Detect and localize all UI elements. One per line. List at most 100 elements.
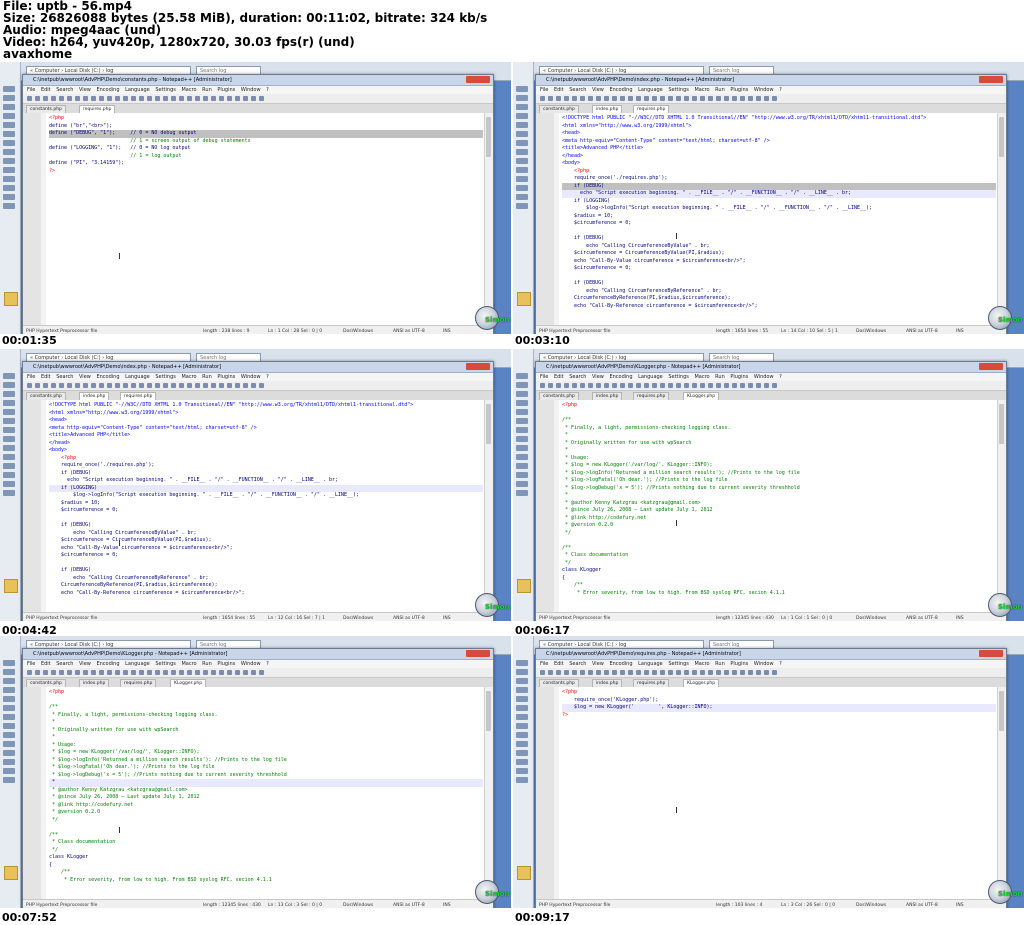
toolbar-icon[interactable] bbox=[187, 96, 192, 101]
nav-item[interactable] bbox=[516, 418, 528, 424]
toolbar-icon[interactable] bbox=[163, 670, 168, 675]
toolbar-icon[interactable] bbox=[59, 383, 64, 388]
nav-item[interactable] bbox=[3, 490, 15, 496]
nav-item[interactable] bbox=[3, 418, 15, 424]
toolbar-icon[interactable] bbox=[115, 383, 120, 388]
nav-item[interactable] bbox=[3, 86, 15, 92]
toolbar-icon[interactable] bbox=[748, 96, 753, 101]
toolbar-icon[interactable] bbox=[227, 383, 232, 388]
toolbar-icon[interactable] bbox=[51, 670, 56, 675]
toolbar-icon[interactable] bbox=[139, 96, 144, 101]
toolbar-icon[interactable] bbox=[772, 383, 777, 388]
toolbar-icon[interactable] bbox=[652, 96, 657, 101]
nav-item[interactable] bbox=[516, 445, 528, 451]
toolbar-icon[interactable] bbox=[27, 670, 32, 675]
window-controls[interactable] bbox=[466, 363, 490, 370]
toolbar-icon[interactable] bbox=[740, 383, 745, 388]
toolbar-icon[interactable] bbox=[219, 383, 224, 388]
nav-item[interactable] bbox=[516, 95, 528, 101]
toolbar-icon[interactable] bbox=[692, 670, 697, 675]
toolbar-icon[interactable] bbox=[163, 383, 168, 388]
toolbar-icon[interactable] bbox=[764, 96, 769, 101]
toolbar-icon[interactable] bbox=[668, 383, 673, 388]
nav-item[interactable] bbox=[3, 427, 15, 433]
toolbar-icon[interactable] bbox=[75, 670, 80, 675]
toolbar-icon[interactable] bbox=[187, 383, 192, 388]
toolbar-icon[interactable] bbox=[67, 96, 72, 101]
toolbar-icon[interactable] bbox=[99, 96, 104, 101]
toolbar-icon[interactable] bbox=[628, 670, 633, 675]
code-editor[interactable]: <!DOCTYPE html PUBLIC "-//W3C//DTD XHTML… bbox=[23, 400, 485, 612]
toolbar-icon[interactable] bbox=[35, 383, 40, 388]
toolbar-icon[interactable] bbox=[107, 96, 112, 101]
toolbar-icon[interactable] bbox=[235, 96, 240, 101]
toolbar-icon[interactable] bbox=[179, 670, 184, 675]
toolbar-icon[interactable] bbox=[43, 383, 48, 388]
nav-item[interactable] bbox=[3, 382, 15, 388]
toolbar-icon[interactable] bbox=[724, 670, 729, 675]
toolbar-icon[interactable] bbox=[43, 670, 48, 675]
toolbar-icon[interactable] bbox=[740, 670, 745, 675]
toolbar-icon[interactable] bbox=[123, 670, 128, 675]
toolbar-icon[interactable] bbox=[243, 96, 248, 101]
toolbar-icon[interactable] bbox=[131, 383, 136, 388]
toolbar-icon[interactable] bbox=[235, 670, 240, 675]
toolbar-icon[interactable] bbox=[692, 96, 697, 101]
toolbar-icon[interactable] bbox=[564, 670, 569, 675]
nav-item[interactable] bbox=[516, 373, 528, 379]
toolbar-icon[interactable] bbox=[131, 670, 136, 675]
toolbar-icon[interactable] bbox=[83, 670, 88, 675]
toolbar-icon[interactable] bbox=[556, 670, 561, 675]
nav-item[interactable] bbox=[3, 194, 15, 200]
code-editor[interactable]: <?php require_once('KLogger.php'); $log … bbox=[536, 687, 998, 899]
toolbar-icon[interactable] bbox=[708, 383, 713, 388]
nav-item[interactable] bbox=[3, 104, 15, 110]
toolbar-icon[interactable] bbox=[131, 96, 136, 101]
window-controls[interactable] bbox=[466, 650, 490, 657]
toolbar-icon[interactable] bbox=[163, 96, 168, 101]
toolbar-icon[interactable] bbox=[644, 383, 649, 388]
toolbar-icon[interactable] bbox=[171, 96, 176, 101]
nav-item[interactable] bbox=[516, 678, 528, 684]
toolbar-icon[interactable] bbox=[580, 670, 585, 675]
nav-item[interactable] bbox=[516, 122, 528, 128]
nav-item[interactable] bbox=[516, 481, 528, 487]
nav-item[interactable] bbox=[516, 436, 528, 442]
toolbar-icon[interactable] bbox=[628, 383, 633, 388]
nav-item[interactable] bbox=[516, 696, 528, 702]
nav-item[interactable] bbox=[3, 176, 15, 182]
nav-item[interactable] bbox=[3, 669, 15, 675]
toolbar-icon[interactable] bbox=[147, 670, 152, 675]
toolbar-icon[interactable] bbox=[540, 383, 545, 388]
nav-item[interactable] bbox=[516, 463, 528, 469]
toolbar-icon[interactable] bbox=[700, 383, 705, 388]
toolbar-icon[interactable] bbox=[147, 383, 152, 388]
scroll-thumb[interactable] bbox=[999, 691, 1004, 731]
nav-item[interactable] bbox=[516, 768, 528, 774]
menu-bar[interactable]: File Edit Search View Encoding Language … bbox=[536, 660, 1006, 668]
nav-item[interactable] bbox=[3, 149, 15, 155]
toolbar-icon[interactable] bbox=[652, 670, 657, 675]
menu-bar[interactable]: File Edit Search View Encoding Language … bbox=[536, 373, 1006, 381]
vertical-scrollbar[interactable] bbox=[997, 687, 1006, 899]
toolbar-icon[interactable] bbox=[572, 670, 577, 675]
nav-item[interactable] bbox=[516, 759, 528, 765]
toolbar-icon[interactable] bbox=[748, 670, 753, 675]
toolbar-icon[interactable] bbox=[203, 96, 208, 101]
nav-item[interactable] bbox=[3, 391, 15, 397]
vertical-scrollbar[interactable] bbox=[997, 113, 1006, 325]
toolbar-icon[interactable] bbox=[556, 383, 561, 388]
toolbar-icon[interactable] bbox=[684, 670, 689, 675]
toolbar-icon[interactable] bbox=[668, 670, 673, 675]
toolbar-icon[interactable] bbox=[708, 96, 713, 101]
toolbar-icon[interactable] bbox=[251, 670, 256, 675]
nav-item[interactable] bbox=[516, 669, 528, 675]
toolbar-icon[interactable] bbox=[203, 670, 208, 675]
toolbar-icon[interactable] bbox=[259, 670, 264, 675]
toolbar-icon[interactable] bbox=[620, 383, 625, 388]
toolbar-icon[interactable] bbox=[123, 96, 128, 101]
nav-item[interactable] bbox=[3, 436, 15, 442]
toolbar-icon[interactable] bbox=[35, 670, 40, 675]
toolbar-icon[interactable] bbox=[548, 670, 553, 675]
toolbar-icon[interactable] bbox=[75, 383, 80, 388]
